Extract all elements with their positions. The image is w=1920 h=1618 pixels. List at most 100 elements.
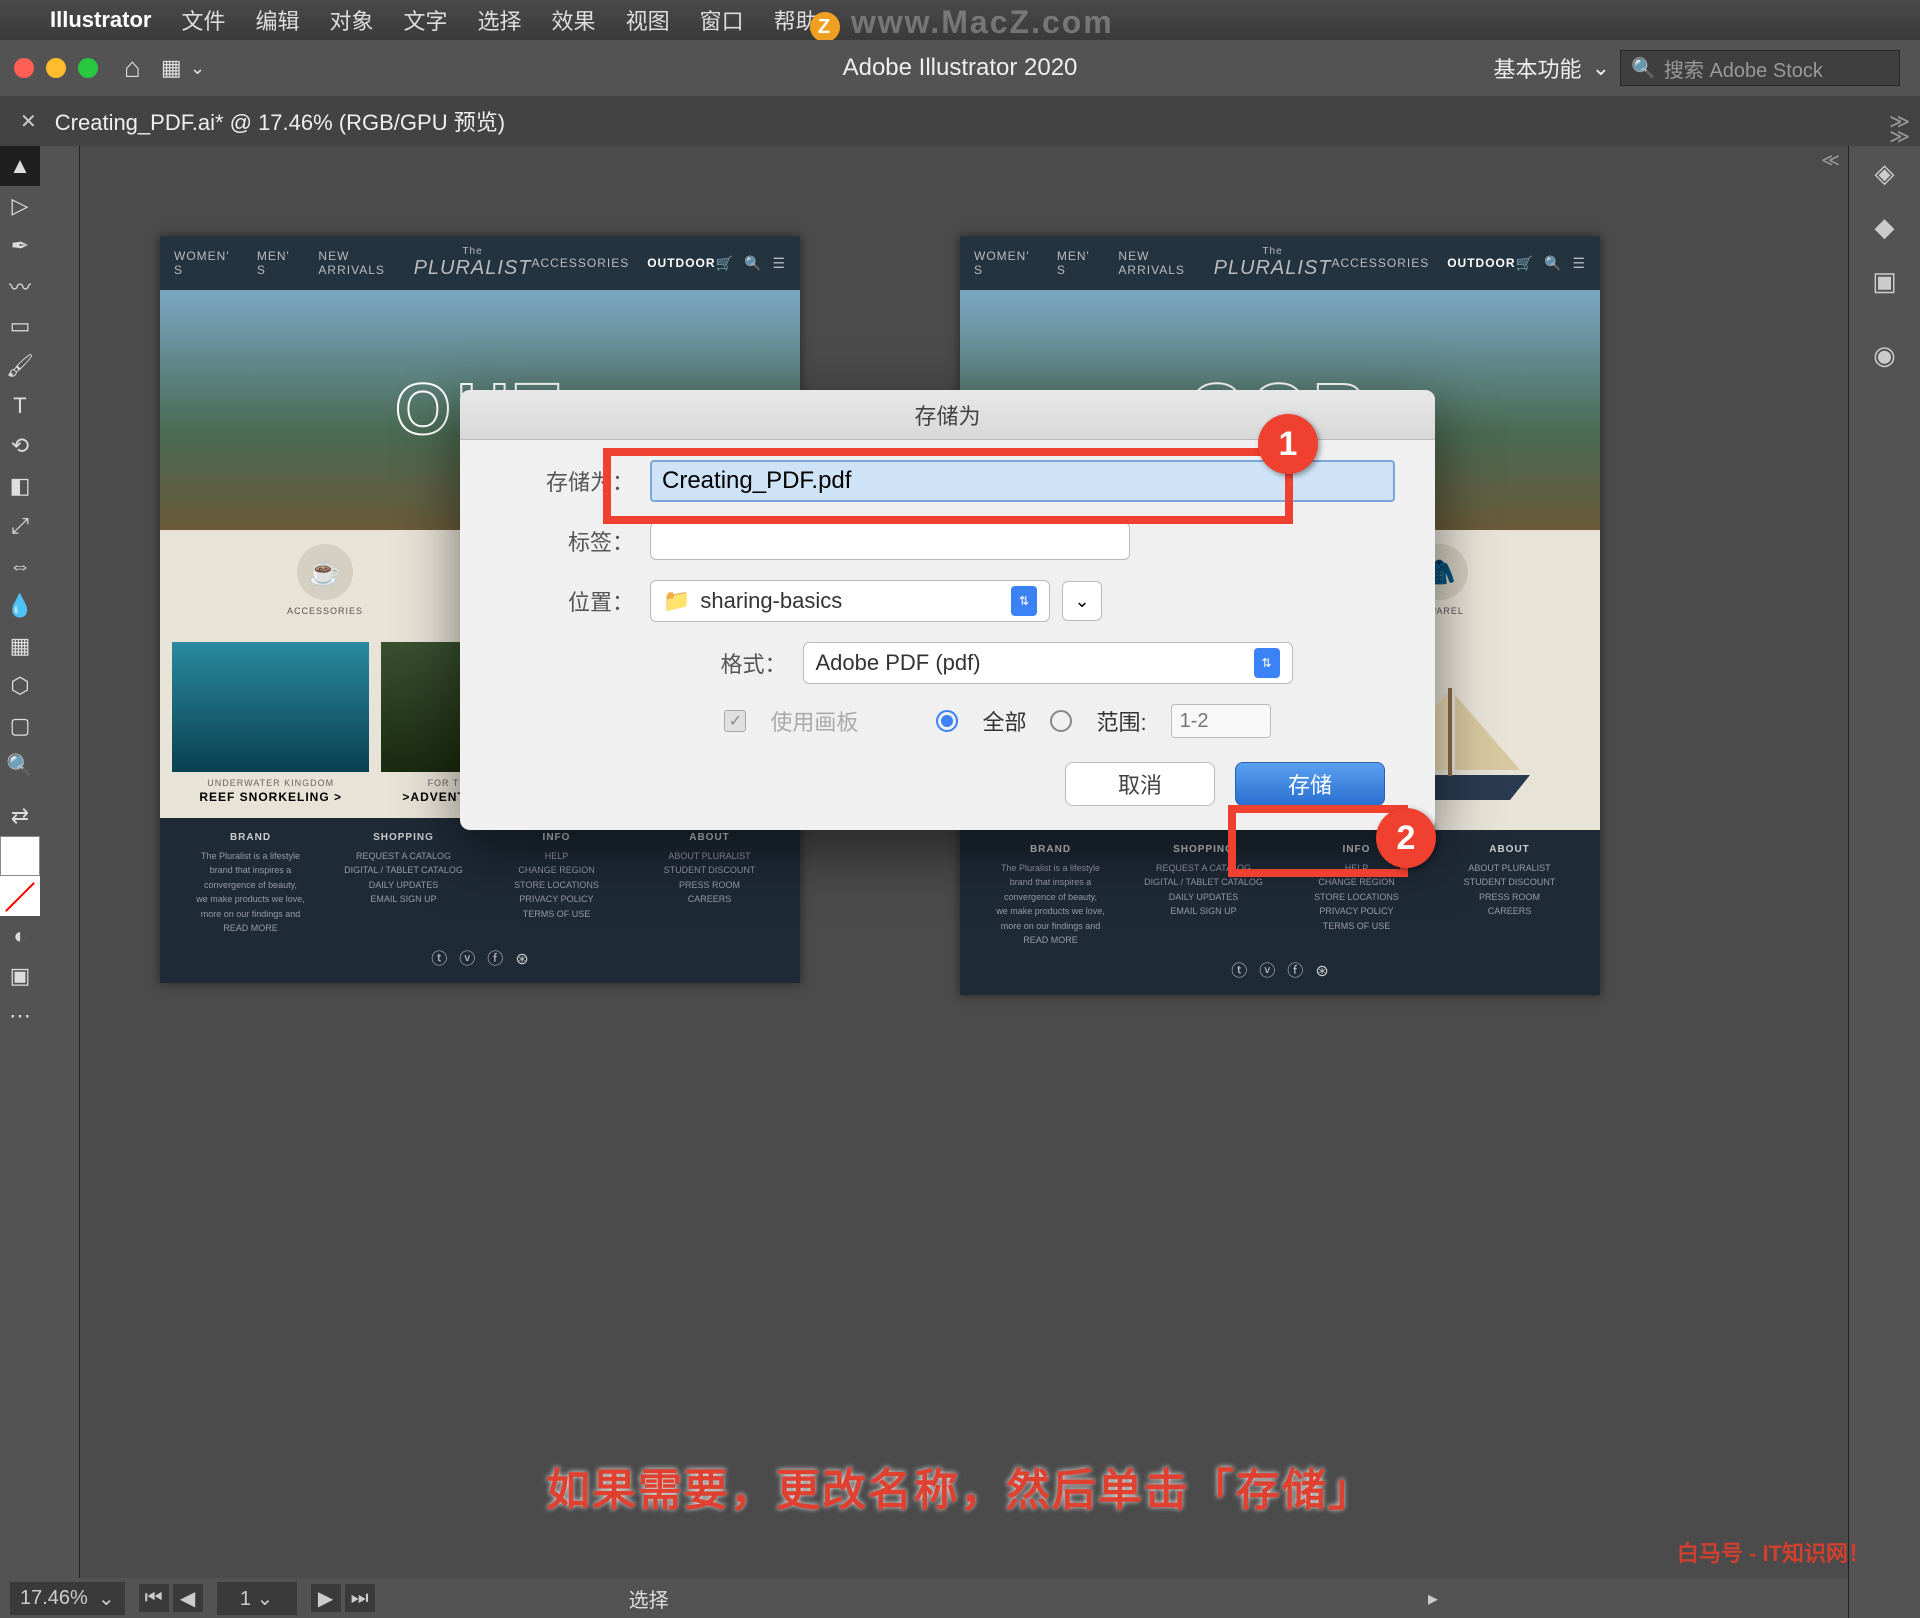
arrange-documents-button[interactable]: ▦ ⌄	[161, 55, 205, 81]
adobe-stock-search[interactable]: 🔍 搜索 Adobe Stock	[1620, 50, 1900, 86]
zoom-level[interactable]: 17.46%⌄	[10, 1582, 125, 1615]
updown-arrows-icon: ⇅	[1254, 648, 1280, 678]
gradient-tool[interactable]: ▦	[0, 626, 40, 666]
range-radio[interactable]	[1050, 710, 1072, 732]
use-artboards-checkbox: ✓	[724, 710, 746, 732]
window-titlebar: ⌂ ▦ ⌄ Adobe Illustrator 2020 基本功能 ⌄ 🔍 搜索…	[0, 40, 1920, 96]
app-title: Adobe Illustrator 2020	[843, 54, 1078, 82]
menu-object[interactable]: 对象	[330, 4, 374, 36]
social-icons: ⓣⓥⓕ⊛	[974, 957, 1586, 981]
save-as-label: 存储为：	[500, 465, 650, 497]
comments-panel-icon[interactable]: ◉	[1849, 328, 1920, 382]
tags-input[interactable]	[650, 522, 1130, 560]
libraries-panel-icon[interactable]: ▣	[1849, 254, 1920, 308]
type-tool[interactable]: T	[0, 386, 40, 426]
window-close-button[interactable]	[14, 58, 34, 78]
stroke-color[interactable]	[0, 876, 40, 916]
next-artboard-button[interactable]: ▶	[311, 1584, 341, 1612]
zoom-tool[interactable]: 🔍	[0, 746, 40, 786]
header-icons: 🛒🔍☰	[1516, 255, 1586, 272]
chevron-right-icon: ▸	[1428, 1586, 1438, 1611]
range-input[interactable]	[1171, 704, 1271, 738]
tools-panel: ▲ ▷ ✒ 〰 ▭ 🖌 T ⟲ ◧ ⤢ ⇔ 💧 ▦ ⬡ ▢ 🔍 ⇄ ◐ ▣ ⋯	[0, 146, 80, 1618]
location-expand-button[interactable]: ⌄	[1062, 581, 1102, 621]
artboard-number[interactable]: 1 ⌄	[217, 1582, 297, 1615]
menu-edit[interactable]: 编辑	[255, 4, 299, 36]
pen-tool[interactable]: ✒	[0, 226, 40, 266]
paintbrush-tool[interactable]: 🖌	[0, 346, 40, 386]
workspace-switcher[interactable]: 基本功能 ⌄	[1494, 52, 1610, 84]
watermark-bottom: 白马号 - IT知识网！	[1677, 1536, 1870, 1568]
format-label: 格式：	[603, 647, 803, 679]
screen-mode[interactable]: ▣	[0, 956, 40, 996]
mockup-footer: BRANDThe Pluralist is a lifestylebrand t…	[960, 830, 1600, 995]
range-label: 范围:	[1096, 705, 1146, 737]
panels-dock: ≫ ◈ ◆ ▣ ◉	[1848, 146, 1920, 1618]
artboard-tool[interactable]: ▢	[0, 706, 40, 746]
search-placeholder: 搜索 Adobe Stock	[1664, 54, 1823, 83]
window-minimize-button[interactable]	[46, 58, 66, 78]
cancel-button[interactable]: 取消	[1065, 762, 1215, 806]
use-artboards-label: 使用画板	[770, 705, 858, 737]
window-traffic-lights	[14, 58, 98, 78]
mockup-footer: BRANDThe Pluralist is a lifestylebrand t…	[160, 818, 800, 983]
artboard-nav: ⏮ ◀	[139, 1584, 203, 1612]
current-tool-label[interactable]: 选择	[629, 1584, 669, 1613]
menu-select[interactable]: 选择	[478, 4, 522, 36]
rotate-tool[interactable]: ⟲	[0, 426, 40, 466]
header-icons: 🛒🔍☰	[716, 255, 786, 272]
callout-1: 1	[1258, 414, 1318, 474]
location-select[interactable]: 📁 sharing-basics ⇅	[650, 580, 1050, 622]
chevron-down-icon: ⌄	[98, 1586, 115, 1611]
fill-color[interactable]	[0, 836, 40, 876]
social-icons: ⓣⓥⓕ⊛	[174, 945, 786, 969]
eyedropper-tool[interactable]: 💧	[0, 586, 40, 626]
format-select[interactable]: Adobe PDF (pdf) ⇅	[803, 642, 1293, 684]
save-button[interactable]: 存储	[1235, 762, 1385, 806]
document-tab-title[interactable]: Creating_PDF.ai* @ 17.46% (RGB/GPU 预览)	[55, 105, 505, 137]
first-artboard-button[interactable]: ⏮	[139, 1584, 169, 1612]
curvature-tool[interactable]: 〰	[0, 266, 40, 306]
panels-collapse-icon[interactable]: ≪	[1821, 150, 1840, 171]
watermark-top: Z www.MacZ.com	[810, 4, 1114, 42]
tags-label: 标签：	[500, 525, 650, 557]
menu-effect[interactable]: 效果	[552, 4, 596, 36]
prev-artboard-button[interactable]: ◀	[173, 1584, 203, 1612]
menu-file[interactable]: 文件	[181, 4, 225, 36]
direct-selection-tool[interactable]: ▷	[0, 186, 40, 226]
app-menu[interactable]: Illustrator	[50, 7, 151, 33]
chevron-down-icon: ⌄	[1592, 55, 1610, 81]
status-bar: 17.46%⌄ ⏮ ◀ 1 ⌄ ▶ ⏭ 选择 ▸	[0, 1578, 1848, 1618]
canvas-area[interactable]: ≪ WOMEN' SMEN' SNEW ARRIVALS ThePLURALIS…	[80, 146, 1920, 1618]
instruction-text: 如果需要，更改名称，然后单击「存储」	[546, 1454, 1374, 1518]
eraser-tool[interactable]: ◧	[0, 466, 40, 506]
all-radio[interactable]	[936, 710, 958, 732]
document-tabbar: ✕ Creating_PDF.ai* @ 17.46% (RGB/GPU 预览)…	[0, 96, 1920, 146]
updown-arrows-icon: ⇅	[1011, 586, 1037, 616]
properties-panel-icon[interactable]: ◈	[1849, 146, 1920, 200]
folder-icon: 📁	[663, 588, 690, 614]
panel-menu-icon[interactable]: ≫	[1889, 124, 1910, 149]
rectangle-tool[interactable]: ▭	[0, 306, 40, 346]
menu-window[interactable]: 窗口	[700, 4, 744, 36]
width-tool[interactable]: ⇔	[0, 546, 40, 586]
fill-stroke-swap[interactable]: ⇄	[0, 796, 40, 836]
shape-builder-tool[interactable]: ⬡	[0, 666, 40, 706]
selection-tool[interactable]: ▲	[0, 146, 40, 186]
tab-close-icon[interactable]: ✕	[20, 109, 37, 134]
callout-2: 2	[1376, 808, 1436, 868]
main-area: ▲ ▷ ✒ 〰 ▭ 🖌 T ⟲ ◧ ⤢ ⇔ 💧 ▦ ⬡ ▢ 🔍 ⇄ ◐ ▣ ⋯ …	[0, 146, 1920, 1618]
window-maximize-button[interactable]	[78, 58, 98, 78]
draw-mode[interactable]: ◐	[0, 916, 40, 956]
menu-view[interactable]: 视图	[626, 4, 670, 36]
scale-tool[interactable]: ⤢	[0, 506, 40, 546]
menu-type[interactable]: 文字	[404, 4, 448, 36]
search-icon: 🔍	[1631, 56, 1656, 81]
all-label: 全部	[982, 705, 1026, 737]
last-artboard-button[interactable]: ⏭	[345, 1584, 375, 1612]
edit-toolbar[interactable]: ⋯	[0, 996, 40, 1036]
mockup-header: WOMEN' SMEN' SNEW ARRIVALS ThePLURALIST …	[960, 236, 1600, 290]
layers-panel-icon[interactable]: ◆	[1849, 200, 1920, 254]
home-icon[interactable]: ⌂	[124, 52, 141, 84]
location-label: 位置：	[500, 585, 650, 617]
